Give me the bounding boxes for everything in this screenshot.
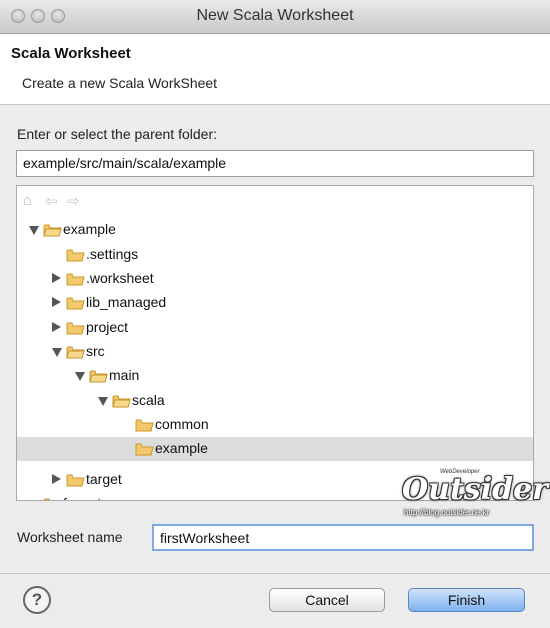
tree-item-label: example: [63, 221, 116, 237]
wizard-description: Create a new Scala WorkSheet: [22, 75, 218, 91]
tree-item-label: example: [155, 440, 208, 456]
folder-icon: [66, 321, 85, 335]
tree-item-label: .worksheet: [86, 270, 154, 286]
folder-icon: [66, 248, 85, 262]
title-bar[interactable]: New Scala Worksheet: [0, 0, 550, 34]
folder-icon: [66, 296, 85, 310]
collapsed-twisty-icon[interactable]: [52, 297, 61, 307]
folder-icon: [135, 442, 154, 456]
cancel-button[interactable]: Cancel: [269, 588, 385, 612]
expanded-twisty-icon[interactable]: [29, 500, 39, 501]
tree-item-label: src: [86, 343, 105, 359]
folder-icon: [135, 418, 154, 432]
wizard-title: Scala Worksheet: [11, 45, 131, 62]
folder-icon: [89, 369, 108, 383]
tree-item-label: target: [86, 471, 122, 487]
window-title: New Scala Worksheet: [196, 7, 354, 24]
dialog-window: New Scala Worksheet Scala Worksheet Crea…: [0, 0, 550, 628]
watermark-url: http://blog.outsider.ne.kr: [404, 508, 490, 517]
tree-item[interactable]: .worksheet: [17, 267, 533, 291]
tree-item[interactable]: lib_managed: [17, 291, 533, 315]
collapsed-twisty-icon[interactable]: [52, 474, 61, 484]
expanded-twisty-icon[interactable]: [98, 397, 108, 406]
tree-item[interactable]: src: [17, 340, 533, 364]
folder-tree[interactable]: ⌂ ⇦ ⇨ example .settings .worksheet lib_mana…: [16, 185, 534, 501]
collapsed-twisty-icon[interactable]: [52, 273, 61, 283]
folder-icon: [66, 473, 85, 487]
tree-item-label: lib_managed: [86, 294, 167, 310]
watermark-name: Outsider: [402, 472, 548, 507]
outsider-watermark: WebDeveloper Outsider http://blog.outsid…: [398, 469, 548, 520]
finish-button[interactable]: Finish: [408, 588, 525, 612]
wizard-header: Scala Worksheet Create a new Scala WorkS…: [0, 34, 550, 105]
back-arrow-icon[interactable]: ⇦: [45, 192, 58, 210]
tree-item-label: main: [109, 367, 140, 383]
tree-item[interactable]: scala: [17, 389, 533, 413]
expanded-twisty-icon[interactable]: [29, 226, 39, 235]
folder-icon: [66, 345, 85, 359]
footer-divider: [0, 573, 550, 574]
folder-icon: [66, 272, 85, 286]
parent-folder-input[interactable]: example/src/main/scala/example: [16, 150, 534, 177]
forward-arrow-icon[interactable]: ⇨: [67, 192, 80, 210]
tree-item-label: funsets: [63, 495, 108, 500]
tree-item-label: common: [155, 416, 209, 432]
expanded-twisty-icon[interactable]: [52, 348, 62, 357]
expanded-twisty-icon[interactable]: [75, 372, 85, 381]
project-folder-icon: [43, 497, 61, 500]
tree-item-label: .settings: [86, 246, 139, 262]
help-button[interactable]: ?: [23, 586, 51, 614]
parent-folder-label: Enter or select the parent folder:: [17, 126, 217, 142]
tree-item-label: project: [86, 319, 129, 335]
tree-item[interactable]: main: [17, 364, 533, 388]
worksheet-name-input[interactable]: firstWorksheet: [152, 524, 534, 551]
tree-item[interactable]: example: [17, 218, 533, 242]
tree-item[interactable]: example: [17, 437, 533, 461]
worksheet-name-label: Worksheet name: [17, 529, 123, 545]
collapsed-twisty-icon[interactable]: [52, 322, 61, 332]
tree-item[interactable]: project: [17, 316, 533, 340]
home-icon[interactable]: ⌂: [23, 192, 32, 209]
tree-item[interactable]: .settings: [17, 243, 533, 267]
project-folder-icon: [43, 223, 62, 237]
tree-item-label: scala: [132, 392, 165, 408]
tree-item[interactable]: common: [17, 413, 533, 437]
tree-toolbar: ⌂ ⇦ ⇨: [17, 186, 533, 216]
folder-icon: [112, 394, 131, 408]
